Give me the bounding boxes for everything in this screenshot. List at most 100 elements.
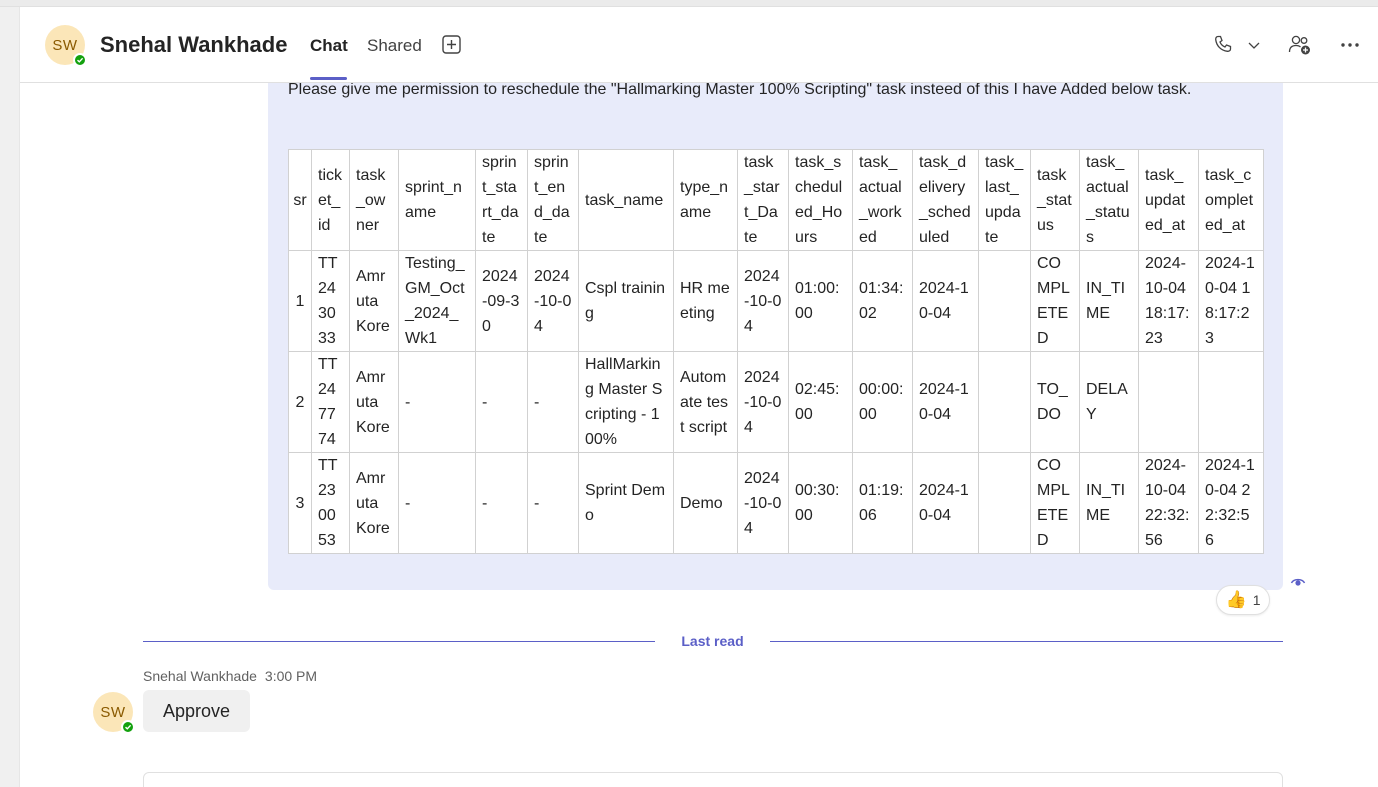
table-cell: 01:34:02 — [852, 250, 913, 352]
table-cell — [978, 351, 1031, 453]
table-cell: 00:00:00 — [852, 351, 913, 453]
chat-title: Snehal Wankhade — [100, 32, 288, 57]
reply-sender-line: Snehal Wankhade 3:00 PM — [143, 668, 317, 684]
column-header-task-updated-at: task_updated_at — [1138, 149, 1199, 251]
column-header-task-completed-at: task_completed_at — [1198, 149, 1264, 251]
reply-message[interactable]: Approve — [143, 690, 251, 732]
column-header-sr: sr — [288, 149, 312, 251]
table-cell: - — [527, 452, 579, 554]
table-cell: TO_DO — [1030, 351, 1080, 453]
active-tab-indicator — [310, 77, 347, 80]
column-header-task-owner: task_owner — [349, 149, 399, 251]
like-reaction[interactable]: 👍 1 — [1216, 585, 1270, 615]
column-header-task-start-date: task_start_Date — [737, 149, 789, 251]
table-row: 2 TT247774 Amruta Kore - - - HallMarking Maste… — [288, 351, 1264, 453]
table-cell — [978, 452, 1031, 554]
column-header-sprint-start-date: sprint_start_date — [475, 149, 528, 251]
people-add-icon[interactable] — [1288, 33, 1312, 57]
table-cell: HR meeting — [673, 250, 738, 352]
chat-header: SW Snehal Wankhade Chat Shared — [20, 7, 1378, 83]
table-cell: 2024-10-04 — [912, 250, 979, 352]
reply-avatar[interactable]: SW — [93, 692, 135, 734]
table-cell: 3 — [288, 452, 312, 554]
table-cell: Cspl training — [578, 250, 674, 352]
table-row: 1 TT243033 Amruta Kore Testing_GM_Oct_2024_… — [288, 250, 1264, 352]
reply-time: 3:00 PM — [264, 668, 318, 684]
table-cell: IN_TIME — [1079, 452, 1139, 554]
column-header-task-scheduled-hours: task_scheduled_Hours — [788, 149, 853, 251]
column-header-task-delivery-scheduled: task_delivery_scheduled — [912, 149, 979, 251]
column-header-task-actual-status: task_actual_status — [1079, 149, 1139, 251]
table-cell: Automate test script — [673, 351, 738, 453]
table-cell: - — [398, 452, 476, 554]
column-header-ticket-id: ticket_id — [311, 149, 350, 251]
plus-square-icon[interactable] — [441, 34, 461, 54]
table-cell: COMPLETED — [1030, 452, 1080, 554]
task-table: sr ticket_id task_owner sprint_name sprint_s… — [288, 149, 1264, 554]
avatar-initials: SW — [100, 703, 126, 721]
table-cell: - — [398, 351, 476, 453]
column-header-task-actual-worked: task_actual_worked — [852, 149, 913, 251]
presence-available-icon — [73, 53, 87, 67]
table-cell: - — [475, 351, 528, 453]
window-top-strip — [0, 0, 1378, 7]
last-read-divider-right — [770, 641, 1283, 642]
table-cell: 2024-10-04 — [527, 250, 579, 352]
table-cell: TT243033 — [311, 250, 350, 352]
tab-chat[interactable]: Chat — [310, 36, 348, 56]
tab-shared[interactable]: Shared — [367, 36, 422, 56]
chevron-down-icon[interactable] — [1246, 37, 1262, 53]
table-cell: Amruta Kore — [349, 351, 399, 453]
task-table-head: sr ticket_id task_owner sprint_name sprint_s… — [288, 149, 1264, 251]
more-horizontal-icon[interactable] — [1338, 35, 1362, 55]
column-header-sprint-name: sprint_name — [398, 149, 476, 251]
last-read-label: Last read — [681, 633, 744, 649]
table-cell: 2024-09-30 — [475, 250, 528, 352]
thumbs-up-icon: 👍 — [1225, 590, 1247, 609]
table-cell: 00:30:00 — [788, 452, 853, 554]
table-cell: 2024-10-04 — [737, 452, 789, 554]
chat-pane: Please give me permission to reschedule … — [20, 7, 1378, 787]
compose-box[interactable] — [143, 772, 1283, 787]
header-avatar[interactable]: SW — [45, 25, 87, 67]
table-row: 3 TT230053 Amruta Kore - - - Sprint Demo Demo 20… — [288, 452, 1264, 554]
left-rail — [0, 7, 20, 787]
table-cell: 2 — [288, 351, 312, 453]
table-cell — [978, 250, 1031, 352]
table-cell: 2024-10-04 — [737, 250, 789, 352]
table-cell: TT247774 — [311, 351, 350, 453]
table-cell: Testing_GM_Oct_2024_Wk1 — [398, 250, 476, 352]
table-cell: Amruta Kore — [349, 452, 399, 554]
reply-sender-name: Snehal Wankhade — [143, 668, 257, 684]
table-cell: 2024-10-04 18:17:23 — [1138, 250, 1199, 352]
last-read-divider-left — [143, 641, 655, 642]
eye-seen-icon — [1290, 578, 1306, 586]
table-cell: 2024-10-04 — [737, 351, 789, 453]
column-header-task-status: task_status — [1030, 149, 1080, 251]
table-cell: 01:19:06 — [852, 452, 913, 554]
phone-icon[interactable] — [1212, 33, 1234, 55]
table-cell: - — [527, 351, 579, 453]
table-cell: 2024-10-04 — [912, 452, 979, 554]
table-cell: HallMarking Master Scripting - 100% — [578, 351, 674, 453]
table-cell: Amruta Kore — [349, 250, 399, 352]
reaction-count: 1 — [1252, 592, 1261, 608]
table-cell: COMPLETED — [1030, 250, 1080, 352]
column-header-sprint-end-date: sprint_end_date — [527, 149, 579, 251]
presence-available-icon — [121, 720, 135, 734]
table-cell: 2024-10-04 22:32:56 — [1198, 452, 1264, 554]
column-header-task-name: task_name — [578, 149, 674, 251]
table-cell: 1 — [288, 250, 312, 352]
table-cell — [1138, 351, 1199, 453]
table-cell: 01:00:00 — [788, 250, 853, 352]
table-cell: Sprint Demo — [578, 452, 674, 554]
table-cell: IN_TIME — [1079, 250, 1139, 352]
table-cell: 02:45:00 — [788, 351, 853, 453]
table-cell: Demo — [673, 452, 738, 554]
column-header-type-name: type_name — [673, 149, 738, 251]
table-cell: 2024-10-04 22:32:56 — [1138, 452, 1199, 554]
avatar-initials: SW — [52, 36, 78, 54]
table-cell: DELAY — [1079, 351, 1139, 453]
column-header-task-last-update: task_last_update — [978, 149, 1031, 251]
table-cell: TT230053 — [311, 452, 350, 554]
